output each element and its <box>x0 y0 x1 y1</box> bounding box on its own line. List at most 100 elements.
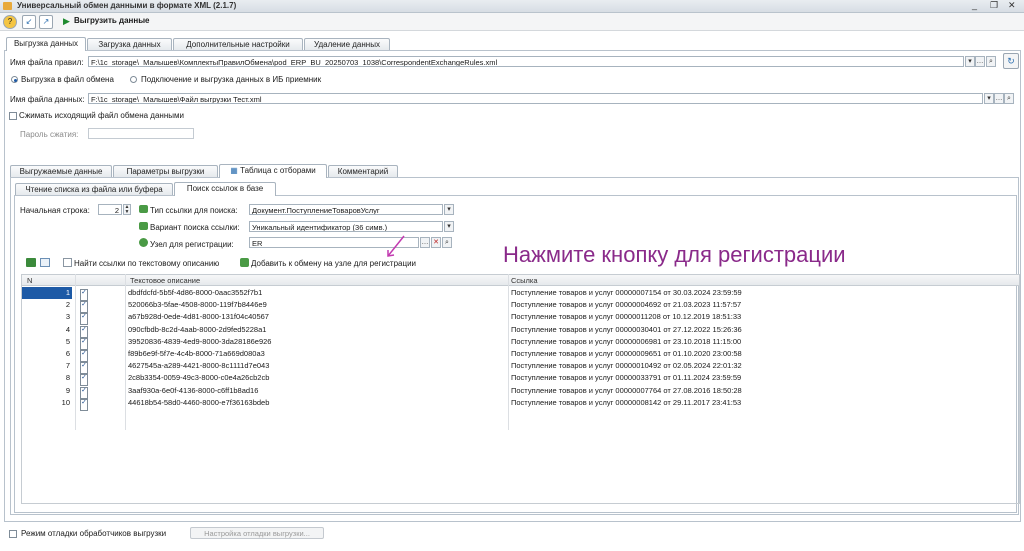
select-all-icon[interactable] <box>40 258 50 267</box>
start-row-input[interactable]: 2 <box>98 204 122 215</box>
tab-search-refs[interactable]: Поиск ссылок в базе <box>174 182 276 196</box>
restore-icon[interactable]: ❐ <box>990 0 998 11</box>
add-to-exchange-button[interactable]: Добавить к обмену на узле для регистраци… <box>251 259 416 268</box>
row-description[interactable]: 44618b54-58d0-4460-8000-e7f36163bdeb <box>128 397 508 409</box>
row-description[interactable]: 090cfbdb-8c2d-4aab-8000-2d9fed5228a1 <box>128 324 508 336</box>
table-row[interactable]: 4 ✓ 090cfbdb-8c2d-4aab-8000-2d9fed5228a1 По… <box>22 324 1019 338</box>
row-link[interactable]: Поступление товаров и услуг 00000033791 … <box>511 372 1011 384</box>
toolbar: ? ↙ ↗ ▶ Выгрузить данные <box>0 13 1024 31</box>
start-row-label: Начальная строка: <box>20 206 90 215</box>
table-row[interactable]: 7 ✓ 4627545a-a289-4421-8000-8c1111d7e043 По… <box>22 360 1019 375</box>
row-link[interactable]: Поступление товаров и услуг 00000008142 … <box>511 397 1011 409</box>
find-by-description-button[interactable]: Найти ссылки по текстовому описанию <box>74 259 219 268</box>
row-description[interactable]: dbdfdcfd-5b5f-4d86-8000-0aac3552f7b1 <box>128 287 508 299</box>
row-link[interactable]: Поступление товаров и услуг 00000007764 … <box>511 385 1011 397</box>
row-link[interactable]: Поступление товаров и услуг 00000006981 … <box>511 336 1011 348</box>
row-number: 10 <box>61 397 70 407</box>
help-icon[interactable]: ? <box>3 15 17 29</box>
find-icon <box>63 258 72 267</box>
tab-filter-table-label: Таблица с отборами <box>240 166 316 175</box>
data-file-label: Имя файла данных: <box>10 95 85 104</box>
browse-button[interactable]: … <box>994 93 1004 104</box>
row-checkbox[interactable]: ✓ <box>80 398 88 411</box>
row-number: 7 <box>65 361 70 371</box>
row-description[interactable]: a67b928d-0ede-4d81-8000-131f04c40567 <box>128 311 508 323</box>
ref-type-icon <box>139 205 148 213</box>
row-description[interactable]: 2c8b3354-0059-49c3-8000-c0e4a26cb2cb <box>128 372 508 384</box>
instruction-annotation: Нажмите кнопку для регистрации <box>503 242 846 267</box>
row-description[interactable]: 520066b3-5fae-4508-8000-119f7b8446e9 <box>128 299 508 311</box>
window-title: Универсальный обмен данными в формате XM… <box>17 1 237 10</box>
row-number: 5 <box>65 336 70 346</box>
ref-type-input[interactable]: Документ.ПоступлениеТоваровУслуг <box>249 204 443 215</box>
export-to-ib-label: Подключение и выгрузка данных в ИБ прием… <box>141 75 322 84</box>
dropdown-icon[interactable]: ▾ <box>965 56 975 67</box>
browse-button[interactable]: … <box>975 56 985 67</box>
dropdown-icon[interactable]: ▾ <box>984 93 994 104</box>
radio-export-to-file[interactable] <box>11 76 18 83</box>
rules-file-label: Имя файла правил: <box>10 58 84 67</box>
node-icon <box>139 238 148 247</box>
table-row[interactable]: 1 ✓ dbdfdcfd-5b5f-4d86-8000-0aac3552f7b1 По… <box>22 287 1019 301</box>
row-number: 6 <box>65 349 70 358</box>
variant-input[interactable]: Уникальный идентификатор (36 симв.) <box>249 221 443 232</box>
row-description[interactable]: 3aaf930a-6e0f-4136-8000-c6ff1b8ad16 <box>128 385 508 397</box>
search-icon[interactable]: ⌕ <box>1004 93 1014 104</box>
debug-mode-checkbox[interactable] <box>9 530 17 538</box>
rules-file-input[interactable]: F:\1c_storage\_Малышев\КомплектыПравилОб… <box>88 56 964 67</box>
open-file-icon[interactable]: ↙ <box>22 15 36 29</box>
variant-icon <box>139 222 148 230</box>
table-row[interactable]: 3 ✓ a67b928d-0ede-4d81-8000-131f04c40567 По… <box>22 311 1019 326</box>
save-file-icon[interactable]: ↗ <box>39 15 53 29</box>
row-description[interactable]: 39520836-4839-4ed9-8000-3da28186e926 <box>128 336 508 348</box>
tab-filter-table[interactable]: ▦ Таблица с отборами <box>219 164 327 178</box>
tab-export[interactable]: Выгрузка данных <box>6 37 86 51</box>
dropdown-icon[interactable]: ▾ <box>444 204 454 215</box>
dropdown-icon[interactable]: ▾ <box>444 221 454 232</box>
export-data-button[interactable]: Выгрузить данные <box>74 16 150 25</box>
row-number: 4 <box>65 324 70 334</box>
table-icon: ▦ <box>230 166 241 175</box>
row-link[interactable]: Поступление товаров и услуг 00000009651 … <box>511 348 1011 360</box>
table-row[interactable]: 9 ✓ 3aaf930a-6e0f-4136-8000-c6ff1b8ad16 Пос… <box>22 385 1019 399</box>
browse-button[interactable]: … <box>420 237 430 248</box>
row-number: 9 <box>65 385 70 395</box>
close-icon[interactable]: ✕ <box>1008 0 1016 11</box>
row-link[interactable]: Поступление товаров и услуг 00000011208 … <box>511 311 1011 323</box>
row-description[interactable]: f89b6e9f-5f7e-4c4b-8000-71a669d080a3 <box>128 348 508 360</box>
row-number: 3 <box>65 312 70 322</box>
debug-mode-label: Режим отладки обработчиков выгрузки <box>21 529 167 538</box>
password-input[interactable] <box>88 128 194 139</box>
data-file-input[interactable]: F:\1c_storage\_Малышев\Файл выгрузки Тес… <box>88 93 983 104</box>
radio-export-to-ib[interactable] <box>130 76 137 83</box>
fill-icon[interactable] <box>26 258 36 267</box>
title-bar: Универсальный обмен данными в формате XM… <box>0 0 1024 13</box>
row-number: 1 <box>22 287 72 299</box>
compress-label: Сжимать исходящий файл обмена данными <box>19 111 184 120</box>
row-number: 2 <box>65 300 70 310</box>
table-row[interactable]: 10 ✓ 44618b54-58d0-4460-8000-e7f36163bdeb П… <box>22 397 1019 411</box>
node-label: Узел для регистрации: <box>150 240 234 249</box>
add-node-icon <box>240 258 249 267</box>
password-label: Пароль сжатия: <box>20 130 79 139</box>
search-icon[interactable]: ⌕ <box>442 237 452 248</box>
row-link[interactable]: Поступление товаров и услуг 00000010492 … <box>511 360 1011 372</box>
minimize-icon[interactable]: _ <box>972 0 977 10</box>
clear-icon[interactable]: ✕ <box>431 237 441 248</box>
table-row[interactable]: 6 ✓ f89b6e9f-5f7e-4c4b-8000-71a669d080a3 По… <box>22 348 1019 362</box>
row-description[interactable]: 4627545a-a289-4421-8000-8c1111d7e043 <box>128 360 508 372</box>
row-link[interactable]: Поступление товаров и услуг 00000007154 … <box>511 287 1011 299</box>
export-to-file-label: Выгрузка в файл обмена <box>21 75 114 84</box>
table-row[interactable]: 5 ✓ 39520836-4839-4ed9-8000-3da28186e926 По… <box>22 336 1019 350</box>
row-number: 8 <box>65 373 70 383</box>
ref-type-label: Тип ссылки для поиска: <box>150 206 238 215</box>
stepper-icon[interactable]: ▲ ▼ <box>123 204 131 215</box>
row-link[interactable]: Поступление товаров и услуг 00000004692 … <box>511 299 1011 311</box>
table-row[interactable]: 2 ✓ 520066b3-5fae-4508-8000-119f7b8446e9 По… <box>22 299 1019 314</box>
debug-settings-button[interactable]: Настройка отладки выгрузки... <box>190 527 324 539</box>
table-row[interactable]: 8 ✓ 2c8b3354-0059-49c3-8000-c0e4a26cb2cb По… <box>22 372 1019 387</box>
refresh-icon[interactable]: ↻ <box>1003 53 1019 69</box>
row-link[interactable]: Поступление товаров и услуг 00000030401 … <box>511 324 1011 336</box>
search-icon[interactable]: ⌕ <box>986 56 996 67</box>
compress-checkbox[interactable] <box>9 112 17 120</box>
